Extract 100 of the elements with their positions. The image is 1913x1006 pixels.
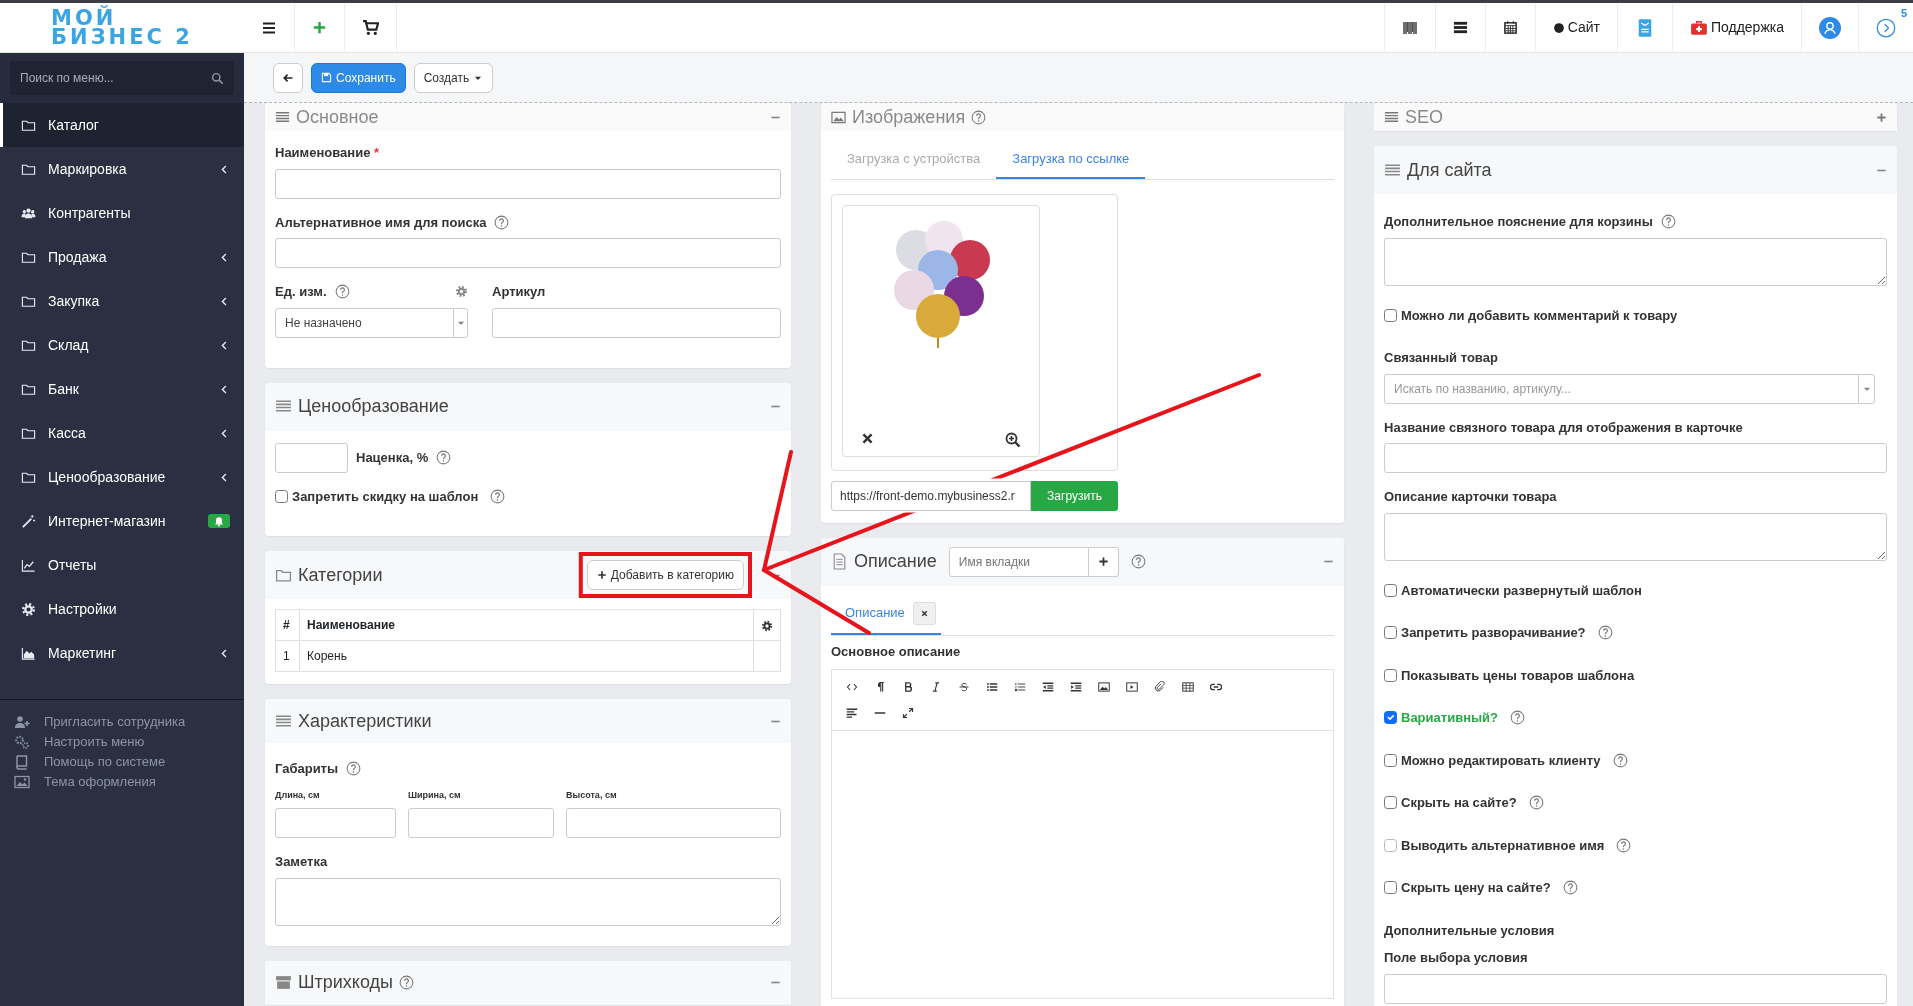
magic-wand-icon xyxy=(21,513,36,529)
delete-icon[interactable] xyxy=(861,431,874,445)
strikethrough-icon[interactable] xyxy=(958,681,970,693)
sidebar-link[interactable]: Тема оформления xyxy=(0,772,244,792)
code-icon[interactable] xyxy=(846,681,858,693)
search-field[interactable]: Поиск по меню... xyxy=(10,61,234,95)
text-input[interactable] xyxy=(1384,443,1887,473)
textarea-field[interactable] xyxy=(1384,237,1887,286)
lines-icon xyxy=(275,712,292,730)
field-label: Основное описание xyxy=(831,642,961,661)
close-tab-button[interactable] xyxy=(912,601,936,625)
checkbox-label: Запретить разворачивание? xyxy=(1401,624,1586,642)
table-icon[interactable] xyxy=(1182,681,1194,693)
checkbox[interactable] xyxy=(1384,308,1397,322)
picture-icon xyxy=(14,774,30,790)
field-label: Артикул xyxy=(492,283,546,301)
checkbox-label: Показывать цены товаров шаблона xyxy=(1401,666,1635,685)
checkbox-label: Скрыть цену на сайте? xyxy=(1401,879,1551,897)
sidebar-item[interactable]: Маркетинг xyxy=(0,631,244,675)
tab[interactable]: Загрузка по ссылке xyxy=(996,141,1146,179)
numbered-list-icon[interactable] xyxy=(1014,681,1026,693)
field-label: Поле выбора условия xyxy=(1384,949,1528,967)
video-icon[interactable] xyxy=(1126,681,1138,693)
text-input[interactable] xyxy=(275,238,781,268)
unit-select[interactable]: Не назначено xyxy=(275,307,468,338)
checkbox[interactable] xyxy=(1384,583,1397,597)
sidebar-link[interactable]: Пригласить сотрудника xyxy=(0,712,244,732)
bullet-list-icon[interactable] xyxy=(986,681,998,693)
checkbox[interactable] xyxy=(1384,881,1397,895)
section-heading: Дополнительные условия xyxy=(1384,921,1555,940)
number-input[interactable] xyxy=(275,808,396,838)
field-label: Ширина, см xyxy=(408,788,462,802)
close-icon xyxy=(919,608,929,618)
save-button[interactable]: Сохранить xyxy=(311,62,406,93)
checkbox[interactable] xyxy=(1384,668,1397,682)
expand-icon[interactable] xyxy=(1876,111,1887,123)
sidebar-item[interactable]: Закупка xyxy=(0,279,244,323)
sidebar-item[interactable]: Каталог xyxy=(0,103,244,147)
sidebar-item[interactable]: Интернет-магазин xyxy=(0,499,244,543)
text-input[interactable] xyxy=(492,307,781,338)
fullscreen-icon[interactable] xyxy=(902,707,914,719)
sidebar-item[interactable]: Касса xyxy=(0,411,244,455)
sidebar-link[interactable]: Помощь по системе xyxy=(0,752,244,772)
panel-title: Ценообразование xyxy=(298,395,449,418)
sidebar-item[interactable]: Склад xyxy=(0,323,244,367)
text-input[interactable] xyxy=(275,168,781,199)
align-left-icon[interactable] xyxy=(846,707,858,719)
url-field[interactable]: https://front-demo.mybusiness2.r xyxy=(831,480,1031,511)
bold-icon[interactable] xyxy=(902,681,914,693)
sidebar-item[interactable]: Ценообразование xyxy=(0,455,244,499)
book-icon xyxy=(14,754,30,770)
checkbox[interactable] xyxy=(1384,796,1397,810)
table-cell: Корень xyxy=(299,640,754,672)
panel-title: Характеристики xyxy=(298,709,432,733)
add-category-button[interactable]: Добавить в категорию xyxy=(586,560,744,590)
list-icon xyxy=(1452,20,1468,35)
checkbox[interactable] xyxy=(1384,753,1397,767)
zoom-in-icon[interactable] xyxy=(1005,431,1021,448)
tab-name-field[interactable]: Имя вкладки xyxy=(948,546,1089,577)
create-dropdown[interactable]: Создать xyxy=(413,62,494,93)
help-icon xyxy=(346,761,362,777)
checkbox[interactable] xyxy=(275,489,288,503)
add-tab-button[interactable] xyxy=(1088,546,1119,577)
chain-link-icon[interactable] xyxy=(1210,681,1222,693)
panel-title: Штрихкоды xyxy=(298,971,393,994)
sidebar-item[interactable]: Отчеты xyxy=(0,543,244,587)
tab[interactable]: Описание xyxy=(845,603,905,623)
document-icon xyxy=(831,553,848,570)
bell-icon xyxy=(213,515,225,527)
indent-icon[interactable] xyxy=(1070,681,1082,693)
paperclip-icon[interactable] xyxy=(1154,681,1166,693)
plus-icon xyxy=(596,570,607,580)
sidebar-item[interactable]: Настройки xyxy=(0,587,244,631)
sidebar-item[interactable]: Продажа xyxy=(0,235,244,279)
help-icon xyxy=(971,109,987,125)
image-icon[interactable] xyxy=(1098,681,1110,693)
column-header: Наименование xyxy=(299,609,754,641)
field-label: Длина, см xyxy=(275,788,321,802)
sidebar-item[interactable]: Контрагенты xyxy=(0,191,244,235)
image-icon xyxy=(831,109,846,125)
italic-icon[interactable] xyxy=(930,681,942,693)
lines-icon xyxy=(1384,161,1401,179)
settings-icon[interactable] xyxy=(761,619,773,632)
sidebar-item[interactable]: Маркировка xyxy=(0,147,244,191)
checkbox[interactable] xyxy=(1384,711,1397,725)
floppy-icon xyxy=(321,72,332,83)
markup-input[interactable] xyxy=(275,442,348,473)
medkit-icon xyxy=(1689,18,1708,37)
checkbox-label: Выводить альтернативное имя xyxy=(1401,836,1605,855)
back-arrow-icon xyxy=(282,71,294,84)
back-button[interactable] xyxy=(273,62,303,93)
number-input[interactable] xyxy=(566,808,781,838)
number-input[interactable] xyxy=(408,808,554,838)
text-input[interactable] xyxy=(1384,973,1887,1004)
sidebar-item[interactable]: Банк xyxy=(0,367,244,411)
sidebar-link[interactable]: Настроить меню xyxy=(0,732,244,752)
textarea-field[interactable] xyxy=(1384,512,1887,561)
checkbox[interactable] xyxy=(1384,626,1397,640)
column-header: # xyxy=(275,609,300,641)
outdent-icon[interactable] xyxy=(1042,681,1054,693)
